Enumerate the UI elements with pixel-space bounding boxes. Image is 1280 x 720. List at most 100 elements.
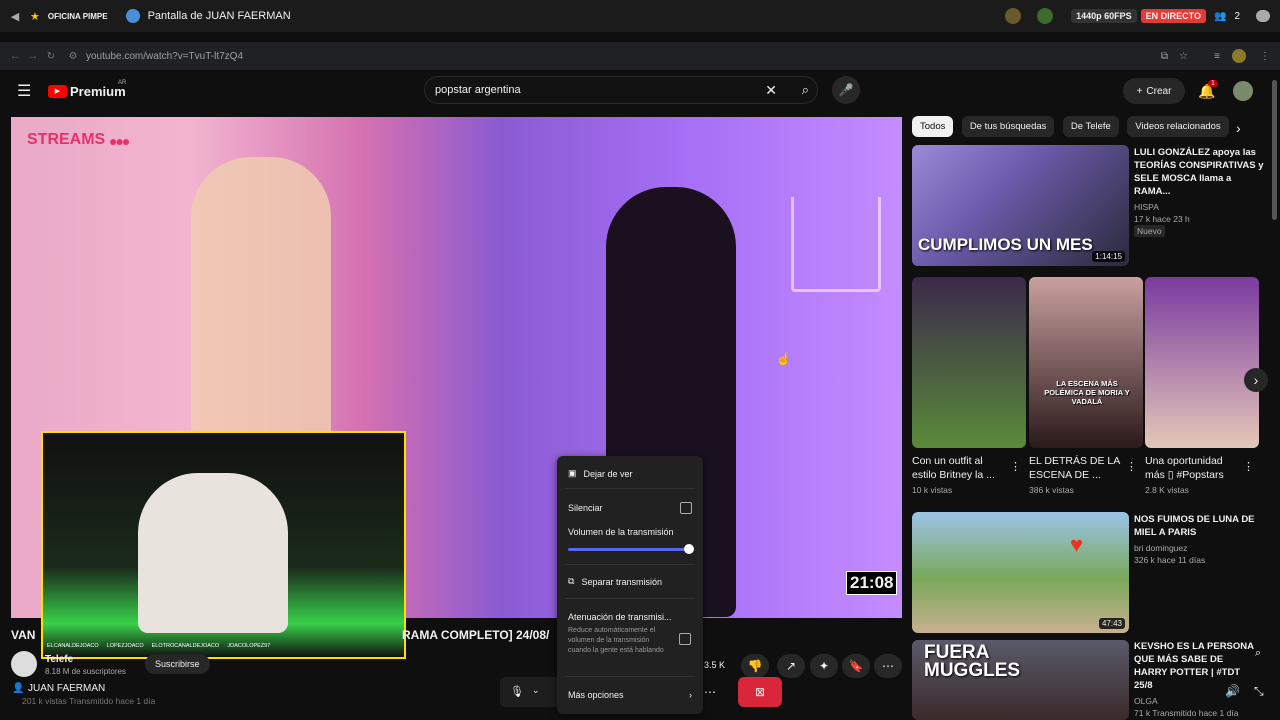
channel-avatar[interactable]	[11, 651, 37, 677]
streams-dots-icon: ●●●	[109, 133, 130, 149]
short-thumbnail[interactable]: LA ESCENA MÁS POLÉMICA DE MORIA Y VADALÁ	[1029, 277, 1143, 448]
share-title: Pantalla de JUAN FAERMAN	[147, 10, 291, 22]
ducking-label: Atenuación de transmisi...	[568, 612, 672, 622]
scrollbar[interactable]	[1272, 80, 1277, 220]
chat-icon[interactable]	[1256, 10, 1270, 22]
extensions-icon[interactable]: ≡	[1214, 51, 1220, 62]
kebab-menu-icon[interactable]: ⋮	[1010, 460, 1021, 473]
chevron-down-icon[interactable]: ⌄	[532, 685, 540, 696]
back-icon[interactable]: ←	[6, 51, 24, 62]
separate-stream-item[interactable]: ⧉ Separar transmisión	[568, 576, 692, 587]
subscriber-count: 8.18 M de suscriptores	[45, 667, 126, 676]
handle-2: LOPEZJOACO	[106, 643, 144, 649]
short-title[interactable]: EL DETRÁS DE LA ESCENA DE ...	[1029, 454, 1125, 482]
video-frame-neon-crown	[791, 197, 881, 292]
chip-telefe[interactable]: De Telefe	[1062, 116, 1119, 137]
mic-icon[interactable]: 🎤	[832, 76, 860, 104]
chip-searches[interactable]: De tus búsquedas	[961, 116, 1055, 137]
video-timer: 21:08	[846, 571, 898, 595]
video-thumbnail[interactable]: FUERA MUGGLES	[912, 640, 1129, 720]
more-options-icon[interactable]: ⋯	[704, 685, 716, 699]
stop-watching-button[interactable]: ⊠	[738, 677, 782, 707]
video-thumbnail[interactable]: CUMPLIMOS UN MES 1:14:15	[912, 145, 1129, 266]
shorts-next-icon[interactable]: ›	[1244, 368, 1268, 392]
subscribe-button[interactable]: Suscribirse	[145, 654, 210, 674]
filter-chips: Todos De tus búsquedas De Telefe Videos …	[912, 116, 1233, 137]
short-views: 386 k vistas	[1029, 485, 1074, 495]
divider	[565, 676, 695, 677]
volume-slider[interactable]	[568, 544, 694, 554]
reload-icon[interactable]: ↻	[42, 51, 60, 62]
more-options-item[interactable]: Más opciones ›	[568, 690, 692, 700]
dislike-button[interactable]: 👎	[741, 654, 769, 678]
short-views: 2.8 K vistas	[1145, 485, 1189, 495]
ducking-description: Reduce automáticamente el volumen de la …	[568, 627, 664, 654]
short-views: 10 k vistas	[912, 485, 953, 495]
streamer-figure	[138, 473, 288, 633]
ducking-checkbox[interactable]	[679, 633, 691, 645]
chevron-right-icon[interactable]: ›	[1236, 120, 1241, 136]
search-input[interactable]: popstar argentina	[435, 84, 521, 96]
avatar[interactable]	[1005, 8, 1022, 24]
duration-badge: 47:43	[1098, 618, 1125, 629]
video-thumbnail[interactable]: ♥ 47:43	[912, 512, 1129, 633]
rec-meta: 17 k hace 23 h	[1134, 214, 1190, 224]
profile-avatar[interactable]	[1232, 49, 1246, 63]
separate-stream-label: Separar transmisión	[581, 576, 662, 587]
mute-item[interactable]: Silenciar	[568, 502, 692, 514]
chip-all[interactable]: Todos	[912, 116, 954, 137]
divider	[565, 598, 695, 599]
short-overlay-text: LA ESCENA MÁS POLÉMICA DE MORIA Y VADALÁ	[1044, 379, 1130, 406]
bookmark-star-icon[interactable]: ☆	[1179, 51, 1188, 62]
ask-ai-button[interactable]: ✦	[810, 654, 838, 678]
like-count[interactable]: 3.5 K	[704, 660, 725, 670]
browser-menu-icon[interactable]: ⋮	[1260, 51, 1270, 62]
kebab-menu-icon[interactable]: ⋮	[1243, 460, 1254, 473]
volume-label-row: Volumen de la transmisión	[568, 527, 692, 537]
stop-watching-item[interactable]: ▣ Dejar de ver	[568, 468, 692, 479]
avatar[interactable]	[1037, 8, 1054, 24]
rec-info: KEVSHO ES LA PERSONA QUE MÁS SABE DE HAR…	[1134, 640, 1254, 719]
screen-off-icon: ▣	[568, 468, 577, 478]
kebab-menu-icon[interactable]: ⋮	[1126, 460, 1137, 473]
mic-icon[interactable]: 🎙	[510, 685, 524, 698]
mute-checkbox[interactable]	[680, 502, 692, 514]
volume-icon[interactable]: 🔊	[1225, 684, 1240, 698]
create-button[interactable]: + Crear	[1123, 78, 1185, 104]
rec-title[interactable]: NOS FUIMOS DE LUNA DE MIEL A PARIS	[1134, 513, 1264, 539]
rec-channel[interactable]: bri dominguez	[1134, 542, 1264, 554]
chip-related[interactable]: Videos relacionados	[1127, 116, 1229, 137]
video-title-right: RAMA COMPLETO] 24/08/	[402, 628, 550, 642]
more-actions-button[interactable]: ⋯	[874, 654, 902, 678]
new-badge: Nuevo	[1134, 225, 1165, 237]
thumbnail-text: FUERA MUGGLES	[924, 642, 1021, 681]
rec-title[interactable]: LULI GONZÁLEZ apoya las TEORÍAS CONSPIRA…	[1134, 146, 1264, 198]
cast-icon[interactable]: ⧉	[1161, 51, 1168, 62]
search-icon[interactable]: ⌕	[802, 82, 809, 98]
channel-name[interactable]: Telefe	[45, 654, 73, 665]
speaker-muted-icon[interactable]: ◀	[8, 10, 22, 23]
short-info: Una oportunidad más ▯ #Popstars 2.8 K vi…	[1145, 454, 1241, 496]
exit-fullscreen-icon[interactable]: ⤡	[1254, 684, 1264, 699]
short-title[interactable]: Con un outfit al estilo Britney la ...	[912, 454, 1008, 482]
save-button[interactable]: 🔖	[842, 654, 870, 678]
rec-info: LULI GONZÁLEZ apoya las TEORÍAS CONSPIRA…	[1134, 146, 1264, 237]
hamburger-menu-icon[interactable]: ☰	[17, 81, 31, 101]
search-box[interactable]: popstar argentina ✕ ⌕	[424, 76, 818, 104]
volume-slider-handle[interactable]	[684, 544, 694, 554]
short-info: Con un outfit al estilo Britney la ... 1…	[912, 454, 1008, 496]
ducking-item[interactable]: Atenuación de transmisi...	[568, 612, 692, 622]
short-thumbnail[interactable]	[912, 277, 1026, 448]
url-field[interactable]: youtube.com/watch?v=TvuT-lt7zQ4	[86, 51, 243, 62]
clear-search-icon[interactable]: ✕	[765, 82, 777, 99]
user-avatar[interactable]	[1233, 81, 1253, 101]
share-button[interactable]: ↗	[777, 654, 805, 678]
presenter-name: JUAN FAERMAN	[28, 683, 106, 694]
short-title[interactable]: Una oportunidad más ▯ #Popstars	[1145, 454, 1241, 482]
site-info-icon[interactable]: ⚙	[64, 51, 82, 62]
rec-channel[interactable]: HISPA	[1134, 201, 1264, 213]
youtube-logo-icon[interactable]: ▶	[48, 84, 67, 98]
zoom-icon[interactable]: ⌕	[1255, 647, 1261, 660]
forward-icon[interactable]: →	[24, 51, 42, 62]
short-thumbnail[interactable]	[1145, 277, 1259, 448]
